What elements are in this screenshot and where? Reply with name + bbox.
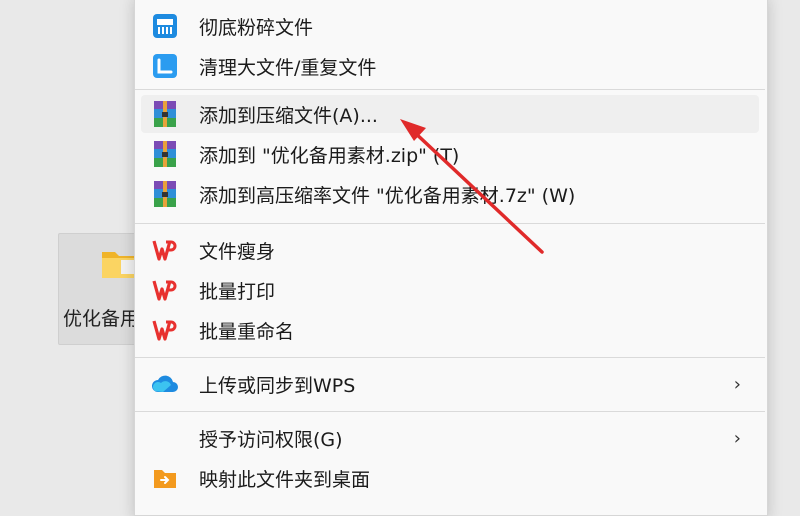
annotation-arrow [400,119,544,254]
